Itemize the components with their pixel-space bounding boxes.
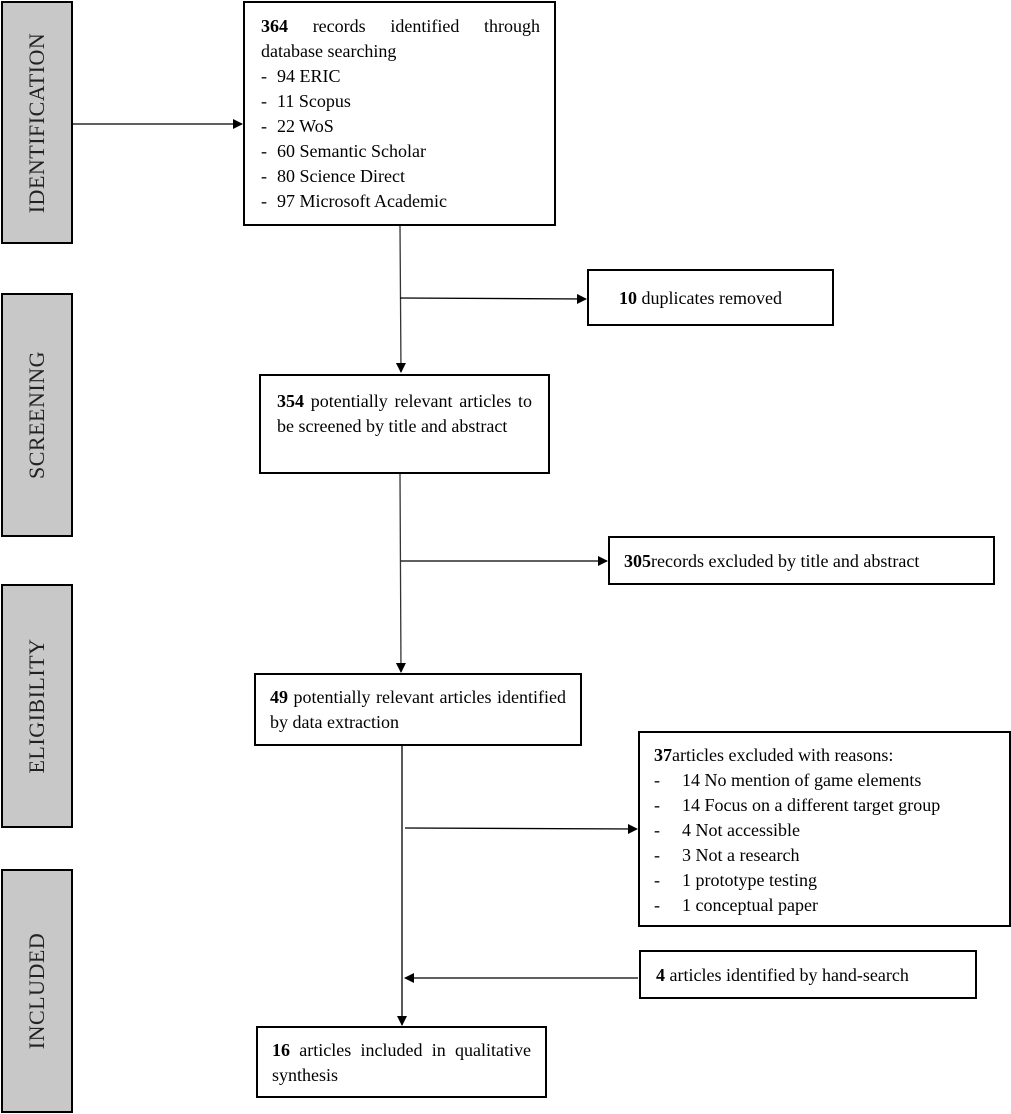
records-identified-count: 364	[261, 16, 288, 36]
duplicates-count: 10	[619, 288, 637, 308]
source-item: -22 WoS	[261, 116, 334, 136]
included-text: articles included in qualitative synthes…	[272, 1040, 531, 1085]
line-records-down	[395, 225, 406, 373]
included-count: 16	[272, 1040, 290, 1060]
excluded-reasons-summary: 37articles excluded with reasons:	[654, 743, 1009, 768]
duplicates-removed-box: 10 duplicates removed	[587, 269, 834, 326]
source-item: -11 Scopus	[261, 91, 351, 111]
source-item: -97 Microsoft Academic	[261, 191, 447, 211]
hand-search-box: 4 articles identified by hand-search	[639, 950, 977, 999]
exclusion-reason-item: -14 No mention of game elements	[654, 770, 922, 790]
excluded-reasons-count: 37	[654, 745, 672, 765]
screening-text: potentially relevant articles to be scre…	[277, 391, 533, 436]
excluded-title-abstract-box: 305records excluded by title and abstrac…	[608, 536, 995, 585]
screening-count: 354	[277, 391, 304, 411]
excluded-reasons-text: articles excluded with reasons:	[672, 745, 894, 765]
exclusion-reason-list: -14 No mention of game elements -14 Focu…	[654, 768, 1009, 918]
records-identified-box: 364 records identified through database …	[243, 1, 556, 226]
hand-search-text: articles identified by hand-search	[669, 965, 909, 985]
screening-box: 354 potentially relevant articles to be …	[259, 374, 550, 474]
exclusion-reason-item: -3 Not a research	[654, 845, 800, 865]
records-identified-text: records identified through database sear…	[261, 16, 540, 61]
records-identified-summary: 364 records identified through database …	[261, 14, 540, 64]
exclusion-reason-item: -1 prototype testing	[654, 870, 817, 890]
source-item: -94 ERIC	[261, 66, 341, 86]
line-screening-down	[395, 473, 406, 673]
included-box: 16 articles included in qualitative synt…	[256, 1026, 547, 1098]
source-item: -60 Semantic Scholar	[261, 141, 426, 161]
excluded-reasons-box: 37articles excluded with reasons: -14 No…	[638, 731, 1011, 927]
source-item: -80 Science Direct	[261, 166, 405, 186]
source-list: -94 ERIC -11 Scopus -22 WoS -60 Semantic…	[261, 64, 540, 214]
exclusion-reason-item: -14 Focus on a different target group	[654, 795, 941, 815]
exclusion-reason-item: -1 conceptual paper	[654, 895, 818, 915]
eligibility-box: 49 potentially relevant articles identif…	[254, 673, 582, 746]
excluded-title-count: 305	[624, 551, 651, 571]
arrow-to-duplicates	[399, 293, 587, 304]
exclusion-reason-item: -4 Not accessible	[654, 820, 800, 840]
eligibility-text: potentially relevant articles identified…	[270, 687, 566, 732]
eligibility-count: 49	[270, 687, 288, 707]
duplicates-text: duplicates removed	[641, 288, 782, 308]
arrow-to-excluded-reasons	[404, 823, 638, 834]
excluded-title-text: records excluded by title and abstract	[651, 551, 920, 571]
hand-search-count: 4	[656, 965, 665, 985]
